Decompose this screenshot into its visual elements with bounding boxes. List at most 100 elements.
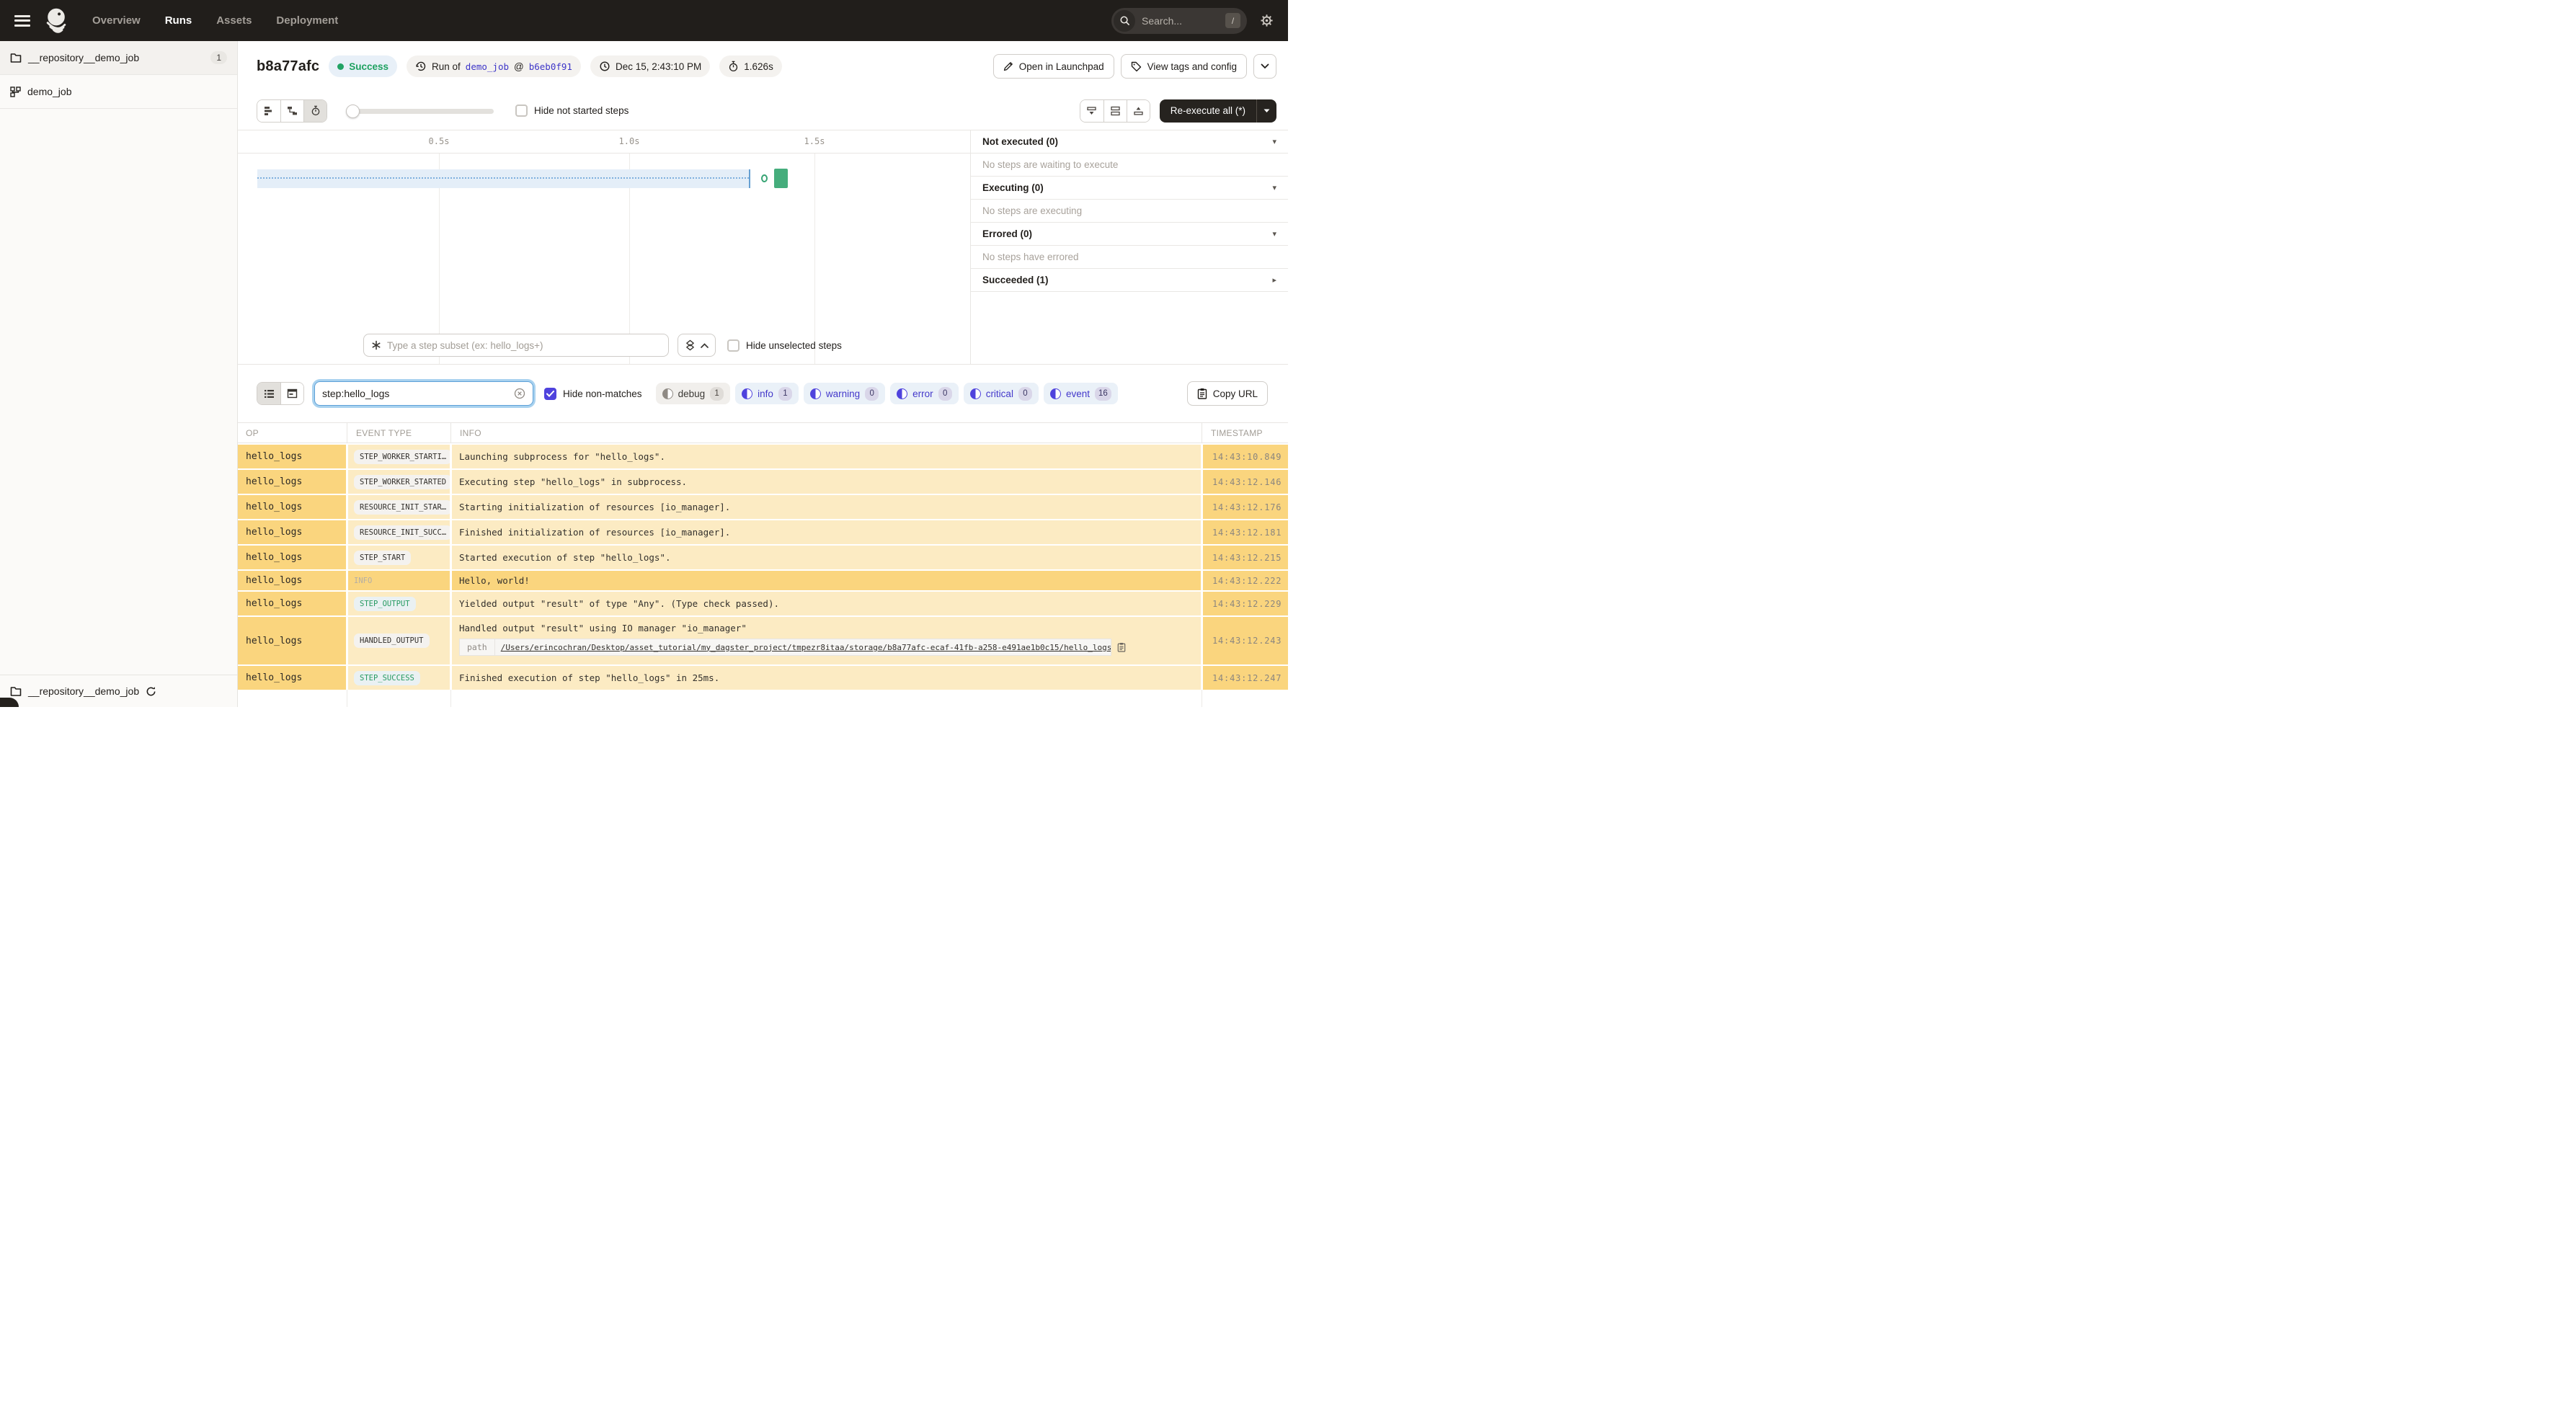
settings-gear-icon[interactable] bbox=[1260, 14, 1274, 27]
nav-tab[interactable]: Runs bbox=[165, 14, 192, 27]
hide-unselected-checkbox[interactable]: Hide unselected steps bbox=[727, 339, 842, 352]
expand-top-button[interactable] bbox=[1126, 99, 1150, 122]
section-toggle-icon[interactable]: ▾ bbox=[1272, 183, 1276, 192]
hide-non-matches-checkbox[interactable]: Hide non-matches bbox=[544, 387, 642, 400]
global-search-input[interactable]: Search... / bbox=[1111, 7, 1247, 34]
table-log-view-button[interactable] bbox=[257, 383, 280, 404]
log-view-mode-group bbox=[257, 382, 304, 405]
metadata-path-link[interactable]: /Users/erincochran/Desktop/asset_tutoria… bbox=[495, 643, 1111, 652]
log-op-cell: hello_logs bbox=[238, 445, 346, 468]
hamburger-menu-icon[interactable] bbox=[14, 14, 30, 27]
checkbox-unchecked[interactable] bbox=[515, 105, 528, 117]
run-header: b8a77afc Success Run of demo_job @ b6eb0… bbox=[238, 41, 1288, 92]
section-toggle-icon[interactable]: ▾ bbox=[1272, 229, 1276, 239]
slider-knob[interactable] bbox=[346, 104, 360, 118]
sidebar-item-repository[interactable]: __repository__demo_job 1 bbox=[0, 41, 237, 75]
reexecute-all-button[interactable]: Re-execute all (*) bbox=[1159, 99, 1276, 123]
event-type-tag: RESOURCE_INIT_SUCC… bbox=[354, 525, 450, 540]
log-timestamp-cell[interactable]: 14:43:12.247 bbox=[1203, 666, 1288, 690]
log-level-toggle[interactable]: debug 1 bbox=[655, 383, 731, 404]
step-subset-row: Type a step subset (ex: hello_logs+) Hid… bbox=[238, 334, 970, 357]
collapse-bottom-button[interactable] bbox=[1080, 99, 1103, 122]
snapshot-link[interactable]: b6eb0f91 bbox=[529, 61, 572, 72]
log-row[interactable]: hello_logs RESOURCE_INIT_STAR… Starting … bbox=[238, 495, 1288, 519]
nav-tab[interactable]: Overview bbox=[92, 14, 141, 27]
log-timestamp-cell[interactable]: 14:43:12.215 bbox=[1203, 546, 1288, 569]
log-timestamp-cell[interactable]: 14:43:12.243 bbox=[1203, 617, 1288, 664]
gantt-zoom-slider[interactable] bbox=[346, 104, 494, 118]
run-of-tag: Run of demo_job @ b6eb0f91 bbox=[407, 55, 581, 77]
status-section: Errored (0) ▾ No steps have errored bbox=[971, 223, 1288, 269]
log-timestamp-cell[interactable]: 14:43:12.146 bbox=[1203, 470, 1288, 494]
log-filter-input[interactable]: step:hello_logs bbox=[314, 381, 533, 406]
step-bar-hello-logs[interactable] bbox=[774, 169, 788, 188]
log-op-cell: hello_logs bbox=[238, 666, 346, 690]
checkbox-checked[interactable] bbox=[544, 387, 556, 400]
open-in-launchpad-button[interactable]: Open in Launchpad bbox=[992, 54, 1114, 79]
step-subset-input[interactable]: Type a step subset (ex: hello_logs+) bbox=[363, 334, 669, 357]
hide-not-started-checkbox[interactable]: Hide not started steps bbox=[515, 105, 629, 117]
sidebar-bottom-label: __repository__demo_job bbox=[28, 685, 140, 697]
log-timestamp-cell[interactable]: 14:43:12.181 bbox=[1203, 520, 1288, 544]
log-row[interactable]: hello_logs STEP_WORKER_STARTI… Launching… bbox=[238, 445, 1288, 468]
clear-filter-icon[interactable] bbox=[514, 388, 525, 399]
status-dot-icon bbox=[337, 63, 345, 70]
log-level-count-badge: 0 bbox=[1018, 386, 1032, 401]
log-table: OP EVENT TYPE INFO TIMESTAMP hello_logs … bbox=[238, 422, 1288, 707]
log-event-type-cell: STEP_OUTPUT bbox=[348, 592, 450, 615]
folder-icon bbox=[10, 53, 22, 63]
log-timestamp-cell[interactable]: 14:43:12.176 bbox=[1203, 495, 1288, 519]
log-level-toggle[interactable]: warning 0 bbox=[803, 383, 886, 404]
status-section-header[interactable]: Executing (0) ▾ bbox=[971, 177, 1288, 200]
flat-view-button[interactable] bbox=[257, 99, 280, 122]
checkbox-unchecked[interactable] bbox=[727, 339, 740, 352]
section-toggle-icon[interactable]: ▾ bbox=[1272, 137, 1276, 146]
sidebar-item-count-badge: 1 bbox=[210, 51, 227, 64]
log-row[interactable]: hello_logs STEP_SUCCESS Finished executi… bbox=[238, 666, 1288, 690]
log-timestamp-cell[interactable]: 14:43:12.222 bbox=[1203, 571, 1288, 590]
nav-tab[interactable]: Assets bbox=[216, 14, 252, 27]
status-section-header[interactable]: Errored (0) ▾ bbox=[971, 223, 1288, 246]
status-section-header[interactable]: Succeeded (1) ▸ bbox=[971, 269, 1288, 292]
log-level-toggle[interactable]: event 16 bbox=[1043, 383, 1118, 404]
nav-tab[interactable]: Deployment bbox=[276, 14, 338, 27]
search-placeholder: Search... bbox=[1142, 14, 1183, 27]
split-panels-button[interactable] bbox=[1103, 99, 1127, 122]
log-row[interactable]: hello_logs STEP_WORKER_STARTED Executing… bbox=[238, 470, 1288, 494]
dagster-logo-icon[interactable] bbox=[42, 5, 71, 37]
log-row[interactable]: hello_logs INFO Hello, world! 14:43:12.2… bbox=[238, 571, 1288, 590]
timed-view-button[interactable] bbox=[303, 99, 327, 122]
log-level-toggle[interactable]: info 1 bbox=[735, 383, 799, 404]
log-level-toggle[interactable]: error 0 bbox=[890, 383, 959, 404]
gantt-time-axis: 0.5s 1.0s 1.5s bbox=[238, 130, 970, 154]
copy-path-icon[interactable] bbox=[1117, 642, 1126, 652]
log-row[interactable]: hello_logs STEP_OUTPUT Yielded output "r… bbox=[238, 592, 1288, 615]
log-op-cell: hello_logs bbox=[238, 592, 346, 615]
sidebar-bottom-repository[interactable]: __repository__demo_job bbox=[0, 675, 237, 707]
clock-icon bbox=[600, 61, 610, 71]
section-toggle-icon[interactable]: ▸ bbox=[1272, 275, 1276, 285]
waterfall-view-button[interactable] bbox=[280, 99, 303, 122]
log-row[interactable]: hello_logs HANDLED_OUTPUT Handled output… bbox=[238, 617, 1288, 664]
view-tags-config-button[interactable]: View tags and config bbox=[1120, 54, 1247, 79]
status-section-header[interactable]: Not executed (0) ▾ bbox=[971, 130, 1288, 154]
copy-url-button[interactable]: Copy URL bbox=[1186, 381, 1268, 406]
log-timestamp-cell[interactable]: 14:43:12.229 bbox=[1203, 592, 1288, 615]
log-info-cell: Executing step "hello_logs" in subproces… bbox=[452, 470, 1201, 494]
job-link[interactable]: demo_job bbox=[466, 61, 509, 72]
reload-icon[interactable] bbox=[146, 686, 156, 697]
reexecute-dropdown-caret[interactable] bbox=[1256, 99, 1276, 123]
log-timestamp-cell[interactable]: 14:43:10.849 bbox=[1203, 445, 1288, 468]
chevron-up-icon bbox=[701, 342, 709, 348]
run-actions-chevron-button[interactable] bbox=[1253, 54, 1276, 79]
folder-icon bbox=[10, 687, 22, 696]
column-header-timestamp: TIMESTAMP bbox=[1202, 423, 1288, 443]
raw-log-view-button[interactable] bbox=[280, 383, 303, 404]
graph-query-toggle-button[interactable] bbox=[678, 334, 716, 357]
column-header-op: OP bbox=[246, 427, 259, 438]
log-row[interactable]: hello_logs RESOURCE_INIT_SUCC… Finished … bbox=[238, 520, 1288, 544]
sidebar-item-job[interactable]: demo_job bbox=[0, 75, 237, 109]
log-row[interactable]: hello_logs STEP_START Started execution … bbox=[238, 546, 1288, 569]
log-level-toggle[interactable]: critical 0 bbox=[963, 383, 1039, 404]
log-message: Finished initialization of resources [io… bbox=[459, 527, 731, 538]
